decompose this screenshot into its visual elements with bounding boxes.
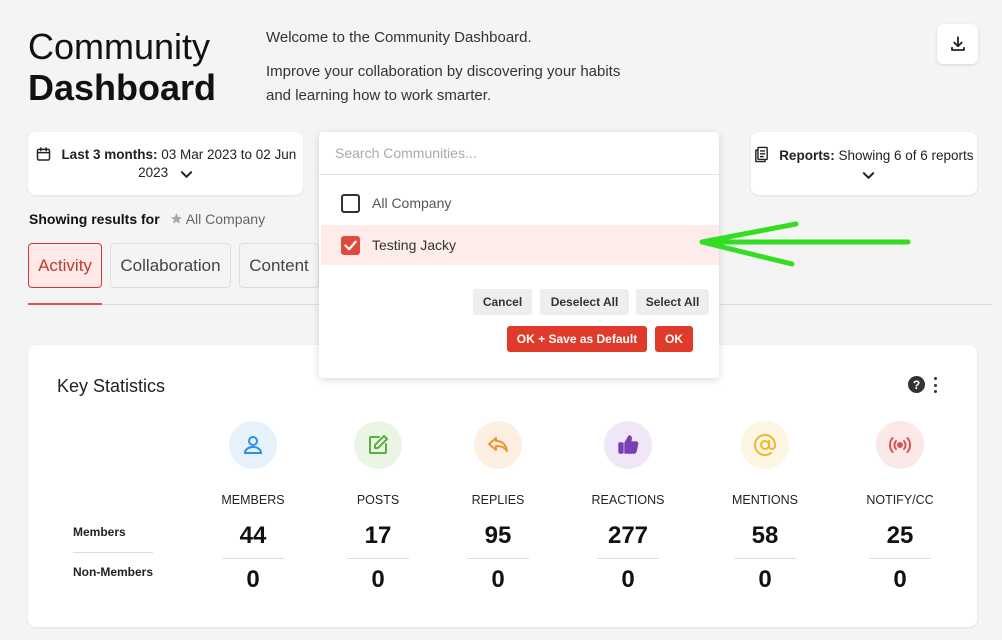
key-statistics-title: Key Statistics <box>57 376 166 396</box>
chevron-down-icon <box>180 171 193 178</box>
option-all-company[interactable]: All Company <box>321 183 719 223</box>
date-range-label: Last 3 months: <box>61 147 158 162</box>
stat-members-value: 58 <box>751 522 779 549</box>
tab-content[interactable]: Content <box>239 243 319 288</box>
row-divider <box>73 552 153 553</box>
cancel-button[interactable]: Cancel <box>473 289 532 315</box>
reports-selector[interactable]: Reports: Showing 6 of 6 reports <box>751 132 977 195</box>
checkbox-checked[interactable] <box>341 235 360 255</box>
stat-divider <box>597 558 659 559</box>
ok-save-default-button[interactable]: OK + Save as Default <box>507 326 647 352</box>
reply-icon <box>474 421 522 469</box>
showing-results: Showing results for All Company <box>29 211 265 227</box>
stat-label: REACTIONS <box>591 493 665 507</box>
stat-members-value: 44 <box>239 522 267 549</box>
page-title: Community Dashboard <box>28 26 216 108</box>
stat-posts: POSTS 17 0 <box>318 421 438 594</box>
checkmark-icon <box>344 240 357 250</box>
stat-divider <box>222 558 284 559</box>
welcome-description: Improve your collaboration by discoverin… <box>266 63 621 104</box>
date-range-selector[interactable]: Last 3 months: 03 Mar 2023 to 02 Jun 202… <box>28 132 303 195</box>
checkbox[interactable] <box>341 193 360 213</box>
annotation-arrow <box>699 221 911 267</box>
community-dropdown: All Company Testing Jacky Cancel Deselec… <box>319 132 719 378</box>
stat-non-members-value: 0 <box>758 566 772 593</box>
stat-non-members-value: 0 <box>621 566 635 593</box>
stat-members-value: 25 <box>886 522 914 549</box>
stat-non-members-value: 0 <box>371 566 385 593</box>
stat-divider <box>467 558 529 559</box>
star-icon <box>170 213 182 224</box>
deselect-all-button[interactable]: Deselect All <box>540 289 629 315</box>
at-icon <box>741 421 789 469</box>
stat-label: REPLIES <box>471 493 525 507</box>
stat-mentions: MENTIONS 58 0 <box>705 421 825 594</box>
stat-divider <box>734 558 796 559</box>
showing-scope-label: All Company <box>185 211 266 227</box>
user-icon <box>229 421 277 469</box>
active-tab-indicator <box>28 303 102 305</box>
reports-label: Reports: <box>779 148 835 163</box>
title-line-2: Dashboard <box>28 67 217 108</box>
stat-members-value: 17 <box>364 522 392 549</box>
option-label: Testing Jacky <box>372 237 457 253</box>
stat-label: MEMBERS <box>221 493 285 507</box>
edit-icon <box>354 421 402 469</box>
stat-label: POSTS <box>356 493 400 507</box>
row-label-members: Members <box>73 525 126 539</box>
stat-members-value: 95 <box>484 522 512 549</box>
stat-members-value: 277 <box>607 522 649 549</box>
showing-scope: All Company <box>170 211 266 227</box>
stat-replies: REPLIES 95 0 <box>438 421 558 594</box>
download-button[interactable] <box>937 24 978 64</box>
showing-label: Showing results for <box>29 211 160 227</box>
search-communities-input[interactable] <box>319 132 719 174</box>
help-icon[interactable]: ? <box>908 376 925 393</box>
title-line-1: Community <box>28 26 211 67</box>
reports-icon <box>755 146 769 163</box>
thumbs-up-icon <box>604 421 652 469</box>
more-options-icon[interactable] <box>930 377 940 393</box>
welcome-message: Welcome to the Community Dashboard. <box>266 29 532 46</box>
download-icon <box>950 36 965 51</box>
stat-members: MEMBERS 44 0 <box>193 421 313 594</box>
welcome-text: Welcome to the Community Dashboard. Impr… <box>266 26 636 108</box>
stat-notify-cc: NOTIFY/CC 25 0 <box>840 421 960 594</box>
option-label: All Company <box>372 195 452 211</box>
chevron-down-icon <box>862 172 874 179</box>
search-bar <box>319 132 719 175</box>
stat-divider <box>347 558 409 559</box>
stat-reactions: REACTIONS 277 0 <box>568 421 688 594</box>
stat-non-members-value: 0 <box>491 566 505 593</box>
stat-label: MENTIONS <box>732 493 798 507</box>
stat-divider <box>869 558 931 559</box>
stat-label: NOTIFY/CC <box>866 493 934 507</box>
date-range-value: 03 Mar 2023 to 02 Jun 2023 <box>138 147 297 180</box>
stat-non-members-value: 0 <box>893 566 907 593</box>
row-label-non-members: Non-Members <box>73 565 154 579</box>
calendar-icon <box>36 147 50 161</box>
tab-collaboration[interactable]: Collaboration <box>110 243 231 288</box>
ok-button[interactable]: OK <box>655 326 693 352</box>
select-all-button[interactable]: Select All <box>636 289 709 315</box>
tab-activity[interactable]: Activity <box>28 243 102 288</box>
stat-non-members-value: 0 <box>246 566 260 593</box>
broadcast-icon <box>876 421 924 469</box>
reports-value: Showing 6 of 6 reports <box>838 148 974 163</box>
option-testing-jacky[interactable]: Testing Jacky <box>321 225 719 265</box>
